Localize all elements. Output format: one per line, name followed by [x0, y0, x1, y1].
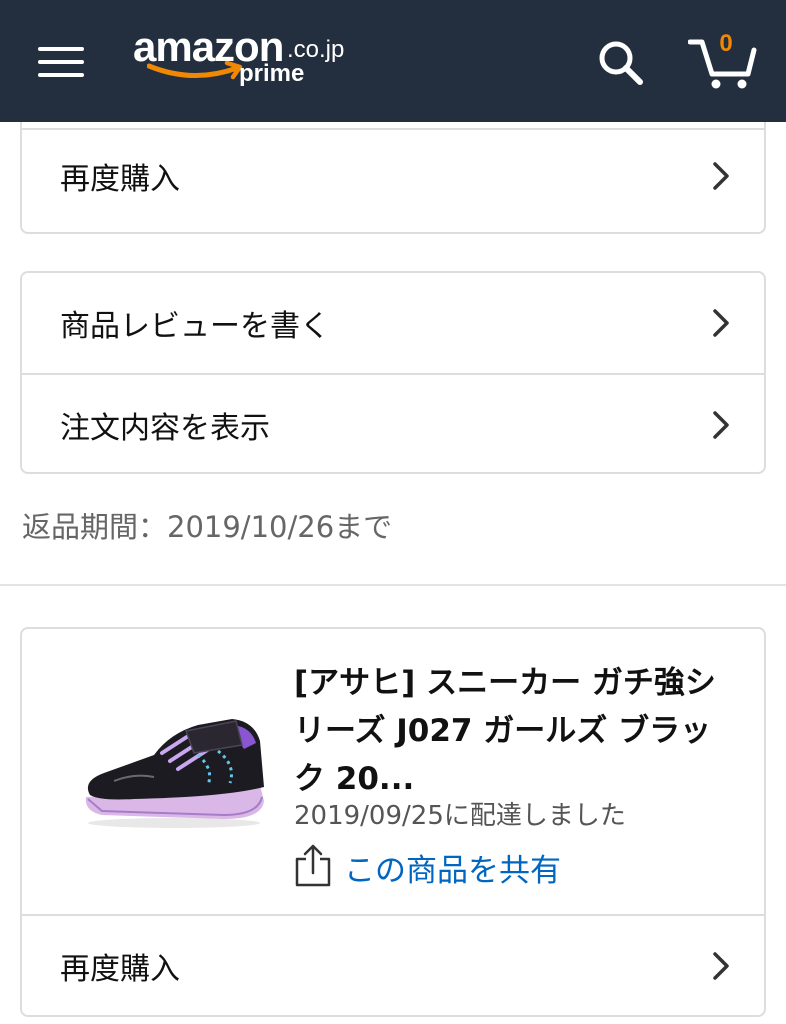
order-item-card: [アサヒ] スニーカー ガチ強シリーズ J027 ガールズ ブラック 20...…: [20, 627, 766, 1017]
order-actions-card: 商品レビューを書く 注文内容を表示: [20, 271, 766, 474]
cart-icon[interactable]: 0: [687, 30, 758, 90]
product-info: [アサヒ] スニーカー ガチ強シリーズ J027 ガールズ ブラック 20...…: [22, 629, 764, 914]
cart-count-badge: 0: [719, 30, 733, 57]
chevron-right-icon: [713, 309, 729, 337]
search-icon[interactable]: [596, 38, 646, 88]
share-icon: [295, 844, 331, 887]
menu-icon[interactable]: [38, 44, 84, 80]
rebuy-row[interactable]: 再度購入: [22, 914, 764, 1016]
order-actions-card-top: 再度購入: [20, 122, 766, 234]
write-review-row[interactable]: 商品レビューを書く: [22, 273, 764, 373]
chevron-right-icon: [713, 411, 729, 439]
share-label: この商品を共有: [344, 853, 561, 889]
chevron-right-icon: [713, 952, 729, 980]
section-divider: [0, 584, 786, 586]
amazon-prime-logo[interactable]: amazon .co.jp prime: [133, 24, 363, 94]
write-review-label: 商品レビューを書く: [60, 309, 330, 344]
rebuy-label: 再度購入: [60, 952, 180, 987]
rebuy-label: 再度購入: [60, 162, 180, 197]
top-nav-bar: amazon .co.jp prime 0: [0, 0, 786, 122]
delivery-date: 2019/09/25に配達しました: [294, 801, 626, 831]
rebuy-row[interactable]: 再度購入: [22, 122, 764, 230]
product-title-link[interactable]: [アサヒ] スニーカー ガチ強シリーズ J027 ガールズ ブラック 20...: [294, 659, 734, 803]
view-order-details-label: 注文内容を表示: [60, 411, 270, 446]
logo-prime: prime: [239, 60, 305, 87]
product-image[interactable]: [74, 711, 274, 831]
return-period-text: 返品期間：2019/10/26まで: [22, 510, 393, 544]
view-order-details-row[interactable]: 注文内容を表示: [22, 373, 764, 475]
chevron-right-icon: [713, 162, 729, 190]
smile-arrow-icon: [147, 60, 243, 80]
